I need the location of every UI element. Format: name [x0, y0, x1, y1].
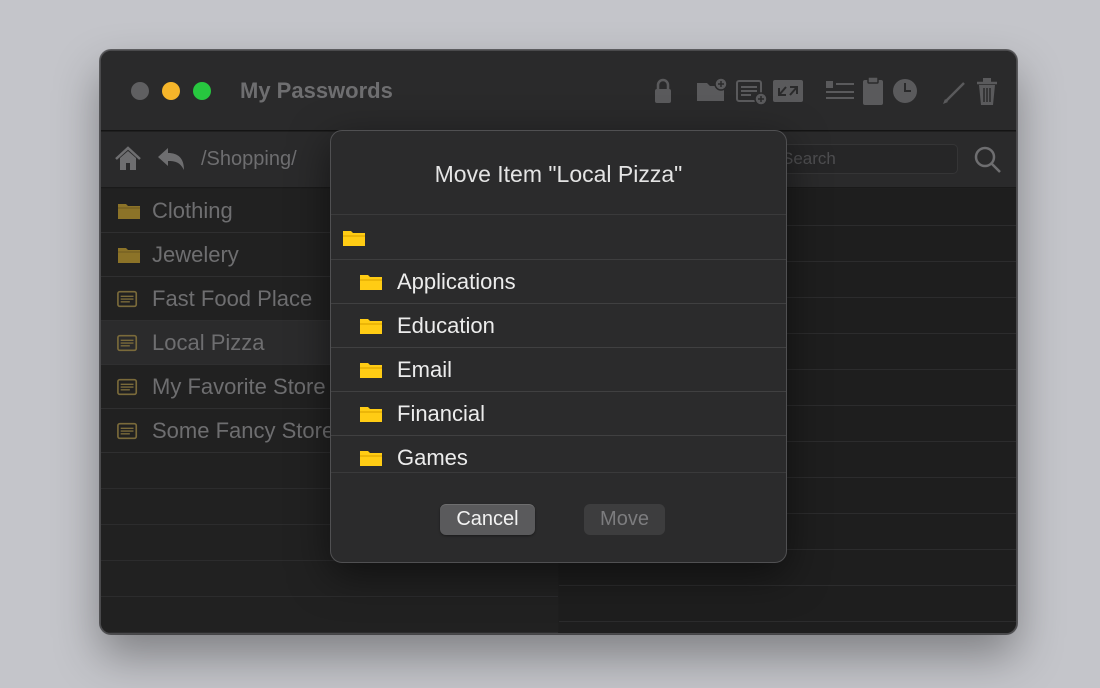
folder-icon — [117, 201, 141, 221]
list-item-label: Local Pizza — [152, 330, 265, 355]
folder-row[interactable]: Email — [331, 348, 786, 392]
folder-label: Games — [397, 445, 468, 470]
minimize-window-button[interactable] — [162, 82, 180, 100]
entry-icon — [117, 421, 141, 441]
lock-icon[interactable] — [646, 75, 680, 107]
new-item-icon[interactable] — [735, 75, 769, 107]
trash-icon[interactable] — [970, 75, 1004, 107]
clipboard-icon[interactable] — [856, 75, 890, 107]
list-item-label: Fast Food Place — [152, 286, 313, 311]
entry-icon — [117, 289, 141, 309]
folder-icon — [117, 245, 141, 265]
clock-icon[interactable] — [888, 75, 922, 107]
entry-icon — [117, 377, 141, 397]
folder-label: Education — [397, 313, 495, 338]
list-icon[interactable] — [823, 75, 857, 107]
empty-row — [101, 597, 558, 633]
list-item-label: Some Fancy Store — [152, 418, 335, 443]
zoom-window-button[interactable] — [193, 82, 211, 100]
divider — [559, 585, 1016, 586]
folder-row[interactable]: Education — [331, 304, 786, 348]
folder-row[interactable]: Games — [331, 436, 786, 472]
search-input[interactable]: Search — [771, 144, 958, 174]
divider — [559, 621, 1016, 622]
search-icon[interactable] — [973, 145, 1003, 175]
list-item-label: Jewelery — [152, 242, 239, 267]
close-window-button[interactable] — [131, 82, 149, 100]
dialog-title: Move Item "Local Pizza" — [434, 161, 683, 187]
folder-row[interactable]: Financial — [331, 392, 786, 436]
empty-row — [101, 561, 558, 597]
import-icon[interactable] — [771, 75, 805, 107]
move-button[interactable]: Move — [584, 504, 665, 535]
list-item-label: My Favorite Store — [152, 374, 326, 399]
folder-icon — [359, 360, 383, 380]
folder-icon — [359, 272, 383, 292]
folder-browser: Applications Education Email Financial G… — [331, 214, 786, 472]
folder-icon — [359, 316, 383, 336]
folder-label: Financial — [397, 401, 486, 426]
divider — [331, 472, 786, 473]
entry-icon — [117, 333, 141, 353]
folder-label: Email — [397, 357, 453, 382]
home-icon[interactable] — [113, 145, 143, 173]
window-title: My Passwords — [240, 78, 393, 103]
folder-icon — [342, 228, 366, 248]
title-bar: My Passwords — [101, 51, 1016, 131]
root-folder-row[interactable] — [331, 215, 786, 260]
move-item-dialog: Move Item "Local Pizza" Applications Edu… — [330, 130, 787, 563]
new-folder-icon[interactable] — [695, 75, 729, 107]
current-path: /Shopping/ — [201, 148, 297, 170]
edit-icon[interactable] — [937, 75, 971, 107]
folder-label: Applications — [397, 269, 516, 294]
folder-icon — [359, 404, 383, 424]
folder-row[interactable]: Applications — [331, 260, 786, 304]
back-arrow-icon[interactable] — [156, 145, 186, 173]
folder-icon — [359, 448, 383, 468]
cancel-button[interactable]: Cancel — [440, 504, 535, 535]
list-item-label: Clothing — [152, 198, 233, 223]
